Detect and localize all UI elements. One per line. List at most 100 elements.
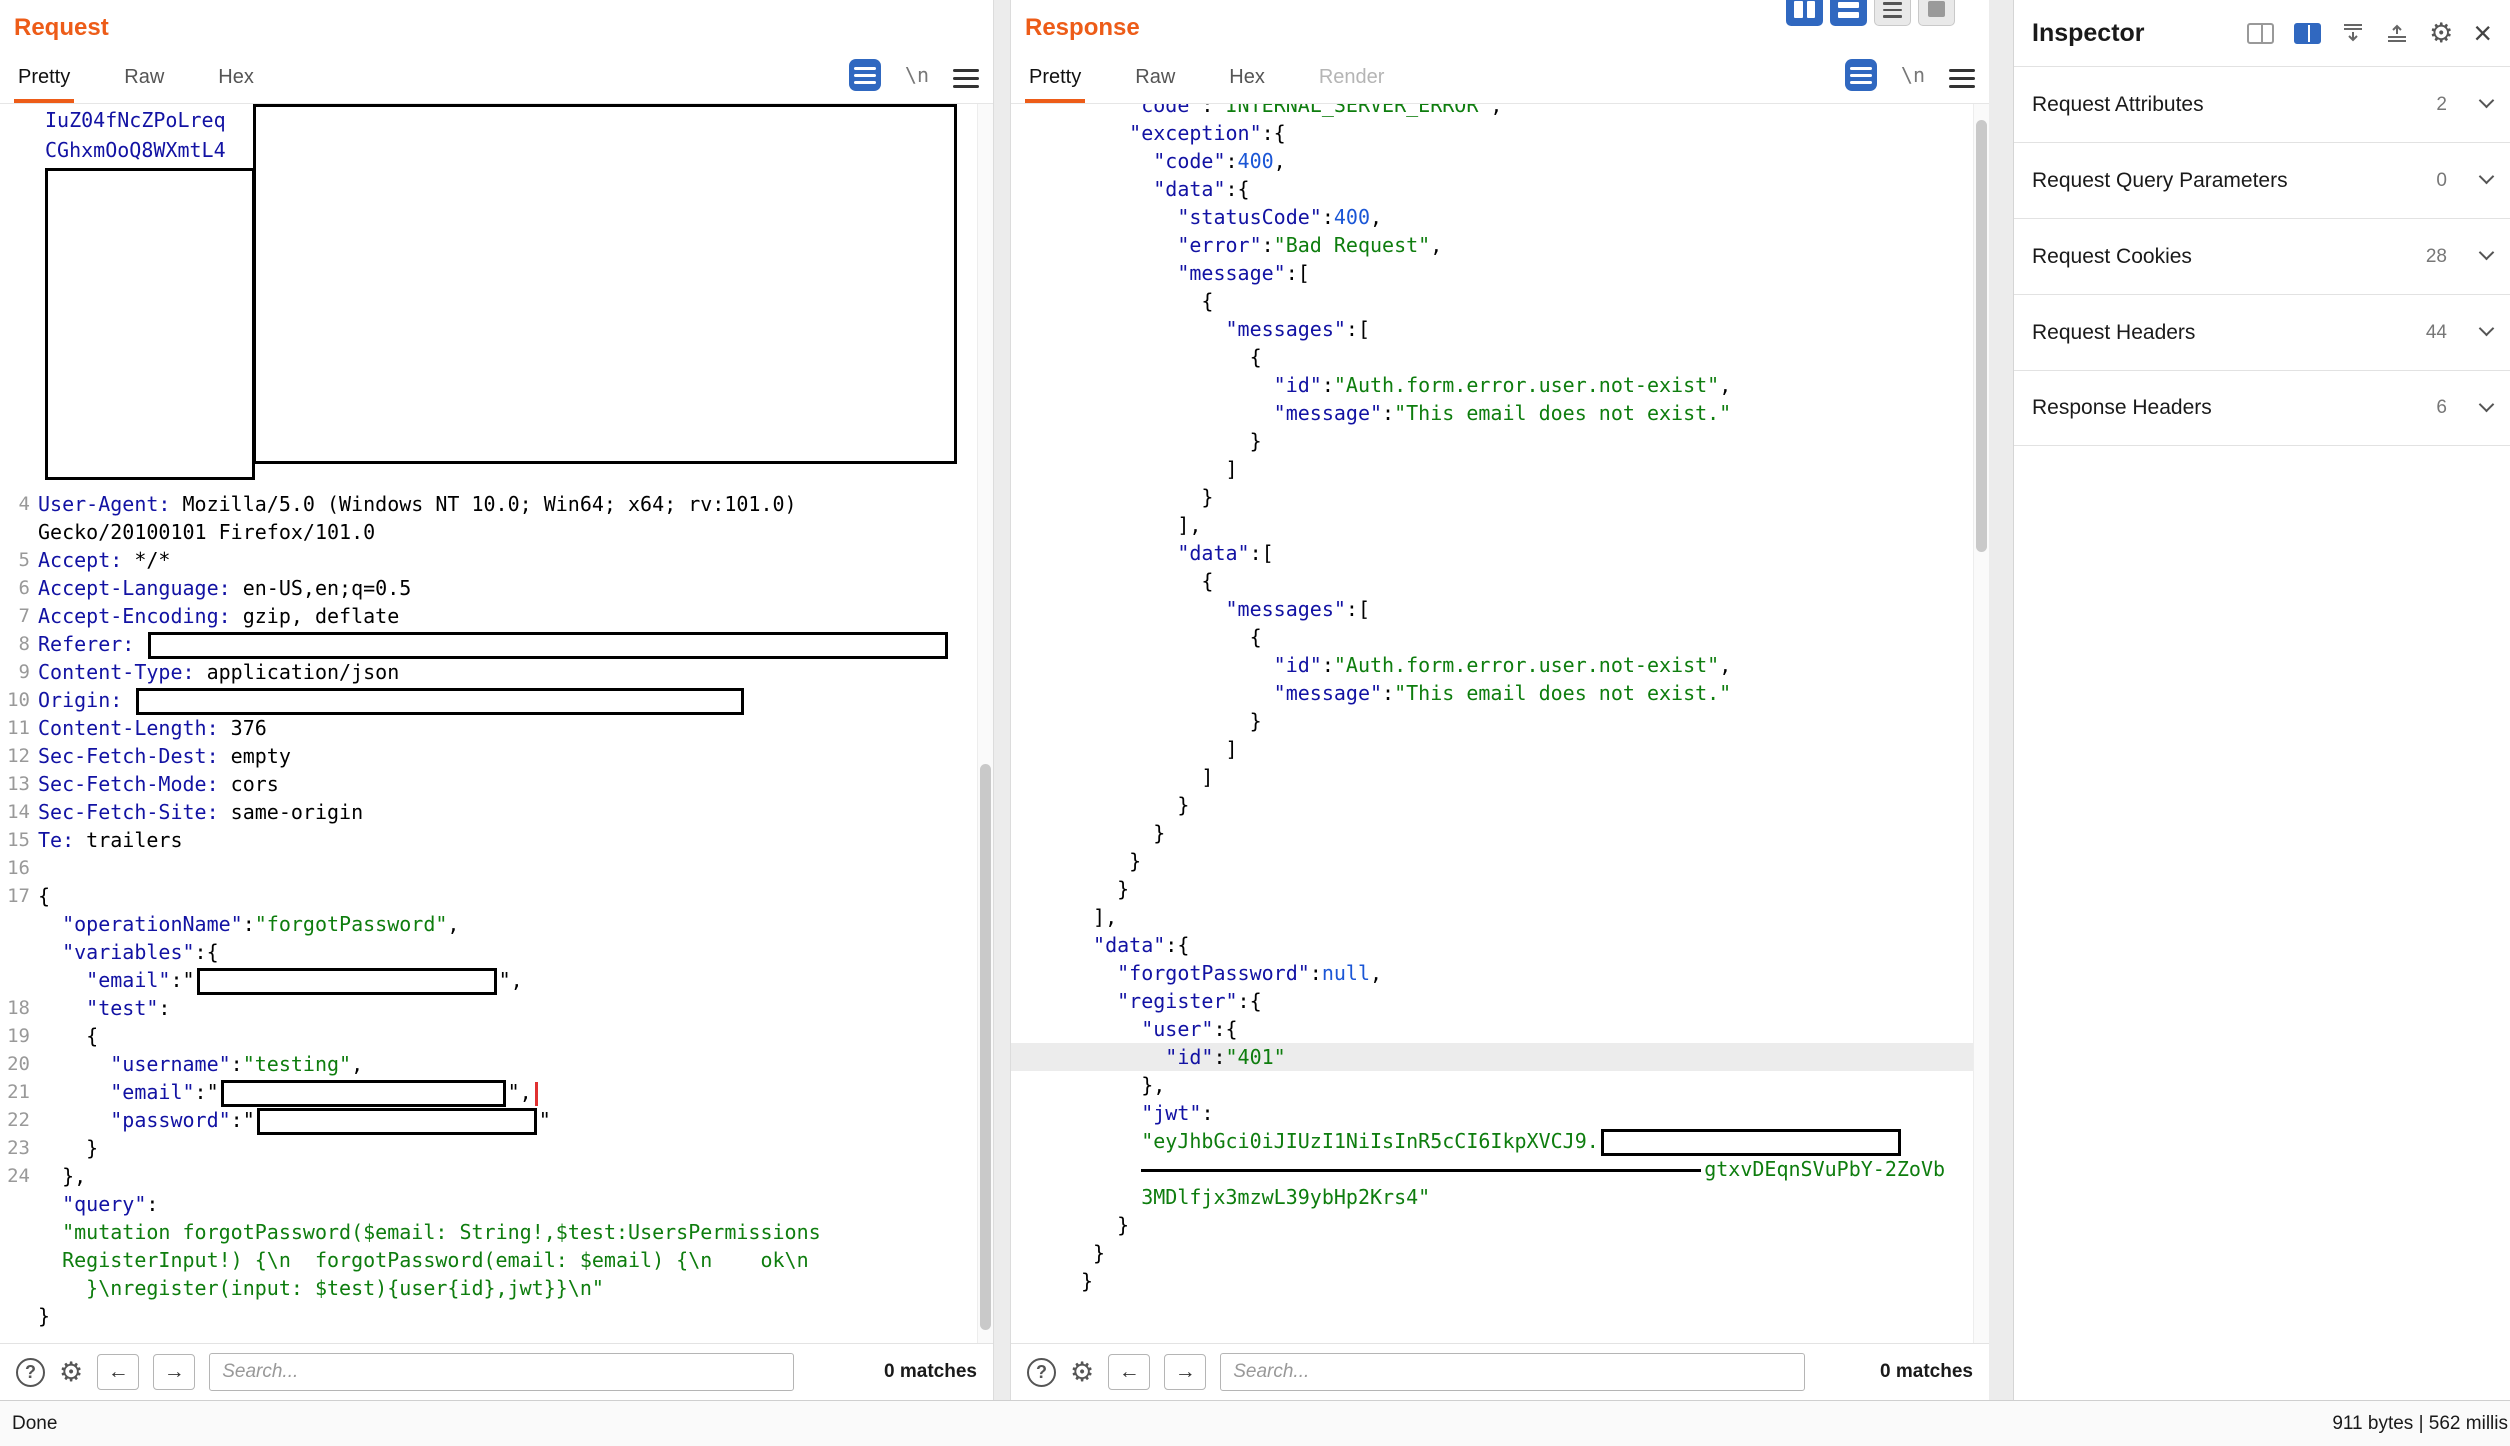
code-line[interactable]: 3MDlfjx3mzwL39ybHp2Krs4" — [1011, 1183, 1973, 1211]
code-line[interactable]: { — [1011, 287, 1973, 315]
inspector-splitter[interactable] — [1989, 0, 2014, 1400]
inspector-section-request-headers[interactable]: Request Headers44 — [2014, 294, 2510, 370]
layout-rows-icon[interactable] — [1830, 0, 1867, 26]
code-line[interactable]: 11Content-Length: 376 — [0, 714, 977, 742]
code-line[interactable]: 5Accept: */* — [0, 546, 977, 574]
request-scrollbar-thumb[interactable] — [980, 764, 991, 1330]
code-line[interactable]: } — [0, 1302, 977, 1330]
code-line[interactable]: gtxvDEqnSVuPbY-2ZoVb — [1011, 1155, 1973, 1183]
help-icon[interactable]: ? — [1027, 1358, 1056, 1387]
panel-splitter[interactable] — [993, 0, 1011, 1400]
response-scrollbar-thumb[interactable] — [1976, 120, 1987, 552]
code-line[interactable]: } — [1011, 791, 1973, 819]
code-line[interactable]: 22 "password":"" — [0, 1106, 977, 1134]
code-line[interactable]: } — [1011, 1211, 1973, 1239]
code-line[interactable]: { — [1011, 623, 1973, 651]
code-line[interactable]: "statusCode":400, — [1011, 203, 1973, 231]
inspector-close-icon[interactable]: × — [2473, 17, 2492, 49]
response-tab-raw[interactable]: Raw — [1131, 66, 1179, 103]
code-line[interactable]: "error":"Bad Request", — [1011, 231, 1973, 259]
code-line[interactable]: "message":[ — [1011, 259, 1973, 287]
code-line[interactable]: 14Sec-Fetch-Site: same-origin — [0, 798, 977, 826]
chevron-down-icon[interactable] — [2479, 245, 2495, 261]
previous-match-button[interactable]: ← — [1108, 1354, 1150, 1390]
word-wrap-icon[interactable] — [1845, 59, 1877, 91]
code-line[interactable]: "id":"Auth.form.error.user.not-exist", — [1011, 371, 1973, 399]
response-scrollbar[interactable] — [1973, 104, 1989, 1343]
code-line[interactable]: Gecko/20100101 Firefox/101.0 — [0, 518, 977, 546]
chevron-down-icon[interactable] — [2479, 93, 2495, 109]
chevron-down-icon[interactable] — [2479, 169, 2495, 185]
code-line[interactable]: "message":"This email does not exist." — [1011, 679, 1973, 707]
inspector-section-response-headers[interactable]: Response Headers6 — [2014, 370, 2510, 446]
code-line[interactable]: 13Sec-Fetch-Mode: cors — [0, 770, 977, 798]
code-line[interactable]: "messages":[ — [1011, 315, 1973, 343]
code-line[interactable]: 16 — [0, 854, 977, 882]
code-line[interactable]: 21 "email":"", — [0, 1078, 977, 1106]
layout-list-icon[interactable] — [1874, 0, 1911, 26]
show-newlines-toggle[interactable]: \n — [1901, 63, 1925, 87]
next-match-button[interactable]: → — [153, 1354, 195, 1390]
code-line[interactable]: ], — [1011, 511, 1973, 539]
layout-single-icon[interactable] — [1918, 0, 1955, 26]
highlighted-code-line[interactable]: "id":"401" — [1011, 1043, 1973, 1071]
code-line[interactable]: "query": — [0, 1190, 977, 1218]
request-tab-hex[interactable]: Hex — [214, 66, 258, 103]
response-search-input[interactable] — [1220, 1353, 1805, 1391]
request-scrollbar[interactable] — [977, 104, 993, 1343]
code-line[interactable]: "variables":{ — [0, 938, 977, 966]
request-search-input[interactable] — [209, 1353, 794, 1391]
code-line[interactable]: 6Accept-Language: en-US,en;q=0.5 — [0, 574, 977, 602]
previous-match-button[interactable]: ← — [97, 1354, 139, 1390]
code-line[interactable]: 18 "test": — [0, 994, 977, 1022]
inspector-section-request-cookies[interactable]: Request Cookies28 — [2014, 218, 2510, 294]
chevron-down-icon[interactable] — [2479, 396, 2495, 412]
code-line[interactable]: } — [1011, 875, 1973, 903]
menu-icon[interactable] — [1949, 62, 1975, 88]
inspector-section-request-query-parameters[interactable]: Request Query Parameters0 — [2014, 142, 2510, 218]
response-tab-pretty[interactable]: Pretty — [1025, 66, 1085, 103]
code-line[interactable]: "message":"This email does not exist." — [1011, 399, 1973, 427]
code-line[interactable]: } — [1011, 819, 1973, 847]
code-line[interactable]: "eyJhbGci0iJIUzI1NiIsInR5cCI6IkpXVCJ9. — [1011, 1127, 1973, 1155]
code-line[interactable]: "data":[ — [1011, 539, 1973, 567]
request-editor[interactable]: IuZ04fNcZPoLreqCGhxmOoQ8WXmtL44User-Agen… — [0, 104, 993, 1344]
response-tab-hex[interactable]: Hex — [1225, 66, 1269, 103]
code-line[interactable]: "jwt": — [1011, 1099, 1973, 1127]
code-line[interactable]: "messages":[ — [1011, 595, 1973, 623]
code-line[interactable]: "code":"INTERNAL_SERVER_ERROR", — [1011, 104, 1973, 119]
search-settings-gear-icon[interactable]: ⚙ — [59, 1359, 83, 1386]
request-tab-pretty[interactable]: Pretty — [14, 66, 74, 103]
code-line[interactable]: } — [1011, 1267, 1973, 1295]
code-line[interactable]: "register":{ — [1011, 987, 1973, 1015]
code-line[interactable]: 4User-Agent: Mozilla/5.0 (Windows NT 10.… — [0, 490, 977, 518]
code-line[interactable]: "exception":{ — [1011, 119, 1973, 147]
code-line[interactable]: 12Sec-Fetch-Dest: empty — [0, 742, 977, 770]
search-settings-gear-icon[interactable]: ⚙ — [1070, 1359, 1094, 1386]
layout-columns-icon[interactable] — [1786, 0, 1823, 26]
code-line[interactable]: 15Te: trailers — [0, 826, 977, 854]
code-line[interactable]: 19 { — [0, 1022, 977, 1050]
code-line[interactable]: "id":"Auth.form.error.user.not-exist", — [1011, 651, 1973, 679]
code-line[interactable]: "code":400, — [1011, 147, 1973, 175]
code-line[interactable]: 20 "username":"testing", — [0, 1050, 977, 1078]
code-line[interactable]: ] — [1011, 735, 1973, 763]
word-wrap-icon[interactable] — [849, 59, 881, 91]
collapse-all-icon[interactable] — [2341, 22, 2365, 44]
code-line[interactable]: 17{ — [0, 882, 977, 910]
code-line[interactable]: } — [1011, 707, 1973, 735]
help-icon[interactable]: ? — [16, 1358, 45, 1387]
code-line[interactable]: ] — [1011, 763, 1973, 791]
code-line[interactable]: "email":"", — [0, 966, 977, 994]
inspector-section-request-attributes[interactable]: Request Attributes2 — [2014, 66, 2510, 142]
next-match-button[interactable]: → — [1164, 1354, 1206, 1390]
code-line[interactable]: }, — [1011, 1071, 1973, 1099]
code-line[interactable]: "data":{ — [1011, 175, 1973, 203]
code-line[interactable]: 24 }, — [0, 1162, 977, 1190]
code-line[interactable]: 8Referer: — [0, 630, 977, 658]
expand-all-icon[interactable] — [2385, 22, 2409, 44]
code-line[interactable]: ] — [1011, 455, 1973, 483]
inspector-settings-gear-icon[interactable]: ⚙ — [2429, 20, 2453, 47]
code-line[interactable]: "mutation forgotPassword($email: String!… — [0, 1218, 977, 1246]
code-line[interactable]: 10Origin: — [0, 686, 977, 714]
